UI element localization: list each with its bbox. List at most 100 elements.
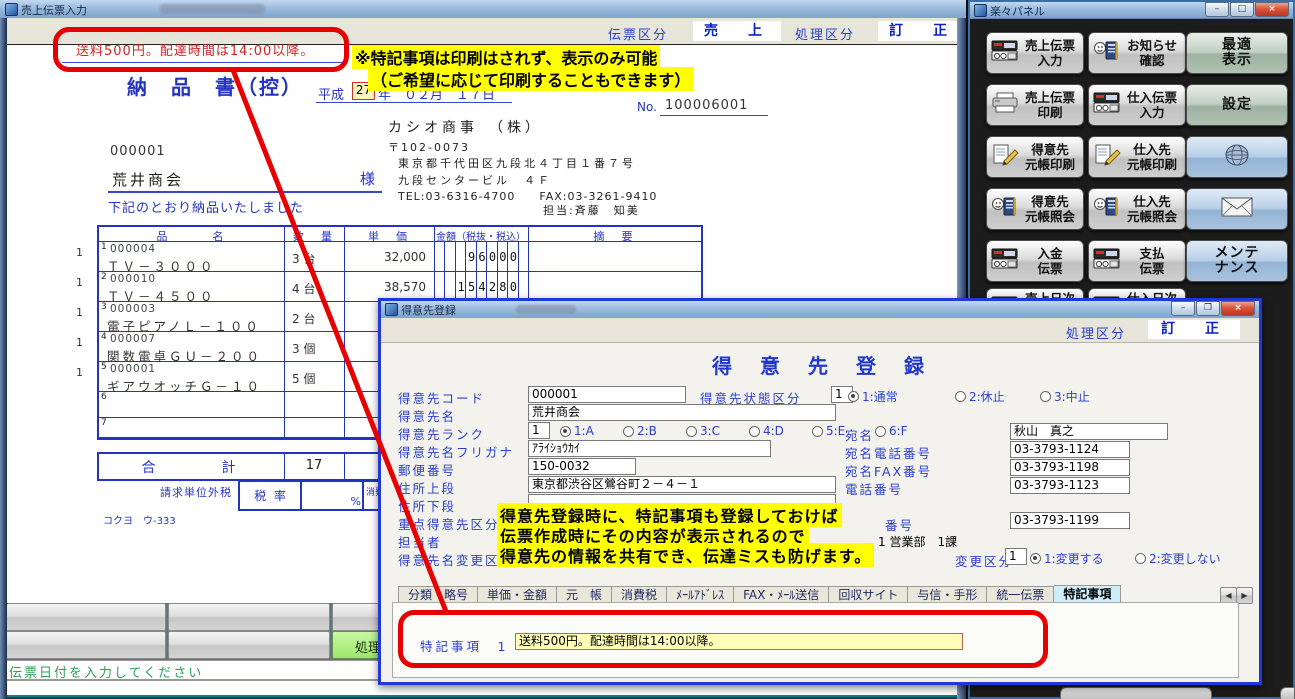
radio-option[interactable]: 1:A (560, 424, 594, 438)
total-qty: 17 (284, 458, 344, 473)
radio-circle-icon (1030, 553, 1041, 564)
no-label: No. (637, 100, 657, 114)
company-address1: 東京都千代田区九段北４丁目１番７号 (398, 155, 636, 171)
customer-ledger-inquiry-button[interactable]: 得意先 元帳照会 (986, 188, 1084, 230)
addressee-input[interactable]: 秋山 真之 (1010, 423, 1168, 440)
partial-button-bottom-1[interactable] (1060, 687, 1212, 699)
tel-input[interactable]: 03-3793-1123 (1010, 477, 1130, 494)
radio-label: 2:休止 (969, 388, 1005, 405)
fax-input[interactable]: 03-3793-1199 (1010, 512, 1130, 529)
warehouse-number: 1 (76, 246, 83, 259)
sales-slip-entry-button[interactable]: 売上伝票 入力 (986, 32, 1084, 74)
radio-option[interactable]: 3:中止 (1040, 388, 1090, 405)
radio-option[interactable]: 3:C (686, 424, 720, 438)
row-number: 1 (101, 242, 107, 252)
dialog-icon (385, 303, 398, 316)
annotation-dialog-line-3: 得意先の情報を共有でき、伝達ミスも防げます。 (497, 543, 874, 567)
quantity: 4 台 (292, 280, 315, 297)
radio-circle-icon (560, 426, 571, 437)
era-label: 平成 (318, 84, 344, 103)
cash-register-icon (991, 40, 1019, 66)
radio-option[interactable]: 1:変更する (1030, 550, 1104, 567)
percent-sign: % (351, 495, 361, 508)
item-code: 000001 (110, 363, 156, 375)
globe-icon (1220, 142, 1254, 172)
tax-percent-cell[interactable]: % (300, 480, 366, 511)
process-type-value[interactable]: 訂 正 (1148, 320, 1240, 339)
quantity: 3 台 (292, 250, 315, 267)
purchase-slip-entry-button[interactable]: 仕入伝票 入力 (1088, 84, 1186, 126)
minimize-button[interactable]: – (1171, 301, 1195, 316)
radio-label: 3:C (700, 424, 720, 438)
greeting-text: 下記のとおり納品いたしました (108, 197, 304, 216)
mail-button[interactable] (1186, 188, 1288, 230)
panel-button-label: 入金 伝票 (1019, 246, 1081, 276)
annotation-box-top (53, 27, 349, 72)
function-button-1[interactable] (4, 603, 166, 631)
addressee-tel-input[interactable]: 03-3793-1124 (1010, 441, 1130, 458)
tax-rate-cell: 税 率 (238, 480, 304, 511)
panel-button-label: メンテ ナンス (1189, 246, 1285, 276)
quantity: 3 個 (292, 340, 315, 357)
deposit-slip-button[interactable]: 入金 伝票 (986, 240, 1084, 282)
radio-option[interactable]: 2:変更しない (1135, 550, 1221, 567)
partial-button-bottom-2[interactable] (1280, 687, 1295, 699)
payment-slip-button[interactable]: 支払 伝票 (1088, 240, 1186, 282)
radio-circle-icon (749, 426, 760, 437)
optimal-display-button[interactable]: 最適 表示 (1186, 32, 1288, 74)
function-button-4[interactable] (4, 631, 166, 659)
function-button-2[interactable] (168, 603, 330, 631)
radio-option[interactable]: 2:休止 (955, 388, 1005, 405)
cash-register-icon (1093, 92, 1121, 118)
customer-name-input[interactable]: 荒井商会 (528, 404, 836, 421)
panel-button-label: 得意先 元帳印刷 (1019, 142, 1081, 172)
zip-label: 郵便番号 (398, 460, 456, 479)
cash-register-icon (991, 248, 1019, 274)
customer-name-label: 得意先名 (398, 406, 456, 425)
web-button[interactable] (1186, 136, 1288, 178)
maintenance-button[interactable]: メンテ ナンス (1186, 240, 1288, 282)
dialog-titlebar[interactable]: 得意先登録 –❐× (381, 301, 1259, 319)
main-titlebar[interactable]: 売上伝票入力 (0, 0, 966, 19)
notice-check-button[interactable]: お知らせ 確認 (1088, 32, 1186, 74)
zip-input[interactable]: 150-0032 (528, 458, 636, 475)
sales-slip-print-button[interactable]: 売上伝票 印刷 (986, 84, 1084, 126)
customer-kana-label: 得意先名フリガナ (398, 442, 514, 461)
redacted-area (160, 4, 265, 14)
address1-input[interactable]: 東京都渋谷区鶯谷町２－４－１ (528, 476, 836, 493)
close-button[interactable]: × (1221, 301, 1255, 316)
invoice-row[interactable]: 1000004ＴＶ－３０００3 台32,00096000 (99, 242, 701, 272)
restore-button[interactable]: ❐ (1196, 301, 1220, 316)
radio-label: 2:変更しない (1149, 550, 1221, 567)
form-stock-code: コクヨ ウ-333 (103, 512, 176, 527)
settings-button[interactable]: 設定 (1186, 84, 1288, 126)
function-button-5[interactable] (168, 631, 330, 659)
annotation-box-special-note (398, 610, 1048, 668)
slip-type-value[interactable]: 売 上 (693, 21, 781, 41)
honorific: 様 (360, 168, 375, 189)
radio-option[interactable]: 2:B (623, 424, 657, 438)
company-name: カシオ商事 （株） (388, 117, 543, 137)
warehouse-column: 11111 (76, 240, 92, 400)
radio-option[interactable]: 4:D (749, 424, 784, 438)
customer-ledger-print-button[interactable]: 得意先 元帳印刷 (986, 136, 1084, 178)
process-type-value[interactable]: 訂 正 (878, 21, 966, 41)
supplier-ledger-print-button[interactable]: 仕入先 元帳印刷 (1088, 136, 1186, 178)
process-type-label: 処理区分 (795, 24, 855, 43)
amount-digit-cell (518, 242, 529, 271)
radio-circle-icon (812, 426, 823, 437)
addressee-fax-input[interactable]: 03-3793-1198 (1010, 459, 1130, 476)
panel-button-label: 最適 表示 (1189, 38, 1285, 68)
no-underline (660, 115, 768, 116)
radio-option[interactable]: 5:E (812, 424, 845, 438)
supplier-ledger-inquiry-button[interactable]: 仕入先 元帳照会 (1088, 188, 1186, 230)
unit-price: 38,570 (346, 280, 426, 294)
radio-option[interactable]: 1:通常 (848, 388, 898, 405)
staff-label: 担当者 (398, 532, 442, 551)
tax-unit-label: 請求単位外税 (160, 484, 232, 500)
radio-option[interactable]: 6:F (875, 424, 908, 438)
radio-label: 2:B (637, 424, 657, 438)
radio-label: 5:E (826, 424, 845, 438)
customer-kana-input[interactable]: ｱﾗｲｼｮｳｶｲ (528, 440, 771, 457)
customer-name: 荒井商会 (112, 169, 184, 190)
